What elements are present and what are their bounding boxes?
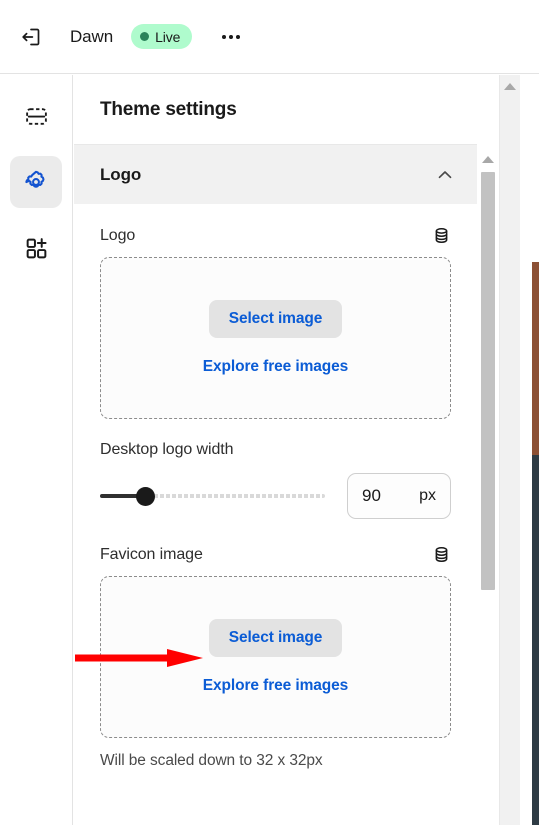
section-title: Logo	[100, 164, 142, 184]
window-scrollbar[interactable]	[499, 75, 520, 825]
preview-strip-dark	[532, 455, 539, 825]
logo-explore-free-images-link[interactable]: Explore free images	[203, 358, 349, 376]
slider-handle[interactable]	[136, 487, 155, 506]
field-logo-label-row: Logo	[100, 204, 451, 257]
preview-strip-brown	[532, 262, 539, 455]
sections-icon	[25, 107, 47, 125]
top-bar: Dawn Live	[0, 0, 539, 74]
theme-preview-sliver	[520, 75, 539, 825]
section-header-logo[interactable]: Logo	[74, 145, 477, 204]
page-title: Theme settings	[100, 98, 237, 120]
database-icon[interactable]	[432, 226, 451, 245]
desktop-logo-width-slider[interactable]	[100, 483, 325, 509]
sidebar-item-sections[interactable]	[10, 90, 62, 142]
desktop-logo-width-unit: px	[419, 487, 436, 504]
exit-editor-button[interactable]	[14, 20, 48, 54]
panel-scrollbar-thumb[interactable]	[481, 172, 495, 590]
sidebar-item-theme-settings[interactable]	[10, 156, 62, 208]
caret-up-icon[interactable]	[482, 156, 494, 163]
more-options-button[interactable]	[216, 22, 246, 52]
favicon-select-image-button[interactable]: Select image	[208, 619, 343, 657]
favicon-help-text: Will be scaled down to 32 x 32px	[100, 752, 323, 769]
favicon-image-dropzone[interactable]: Select image Explore free images	[100, 576, 451, 738]
desktop-logo-width-row: 90 px	[100, 471, 451, 519]
sidebar-item-apps[interactable]	[10, 222, 62, 274]
section-body-logo: Logo Select image Explore free images De…	[74, 204, 477, 770]
field-desktop-logo-width-label-row: Desktop logo width	[100, 419, 451, 471]
field-label-desktop-logo-width: Desktop logo width	[100, 441, 234, 458]
exit-icon	[22, 28, 40, 45]
slider-remaining-track	[154, 494, 325, 498]
status-dot-icon	[140, 32, 150, 41]
desktop-logo-width-input[interactable]: 90 px	[347, 473, 451, 519]
left-rail	[0, 75, 73, 825]
favicon-explore-free-images-link[interactable]: Explore free images	[203, 677, 349, 695]
desktop-logo-width-value: 90	[362, 486, 381, 505]
ellipsis-icon	[236, 34, 241, 39]
panel-header: Theme settings	[74, 75, 477, 145]
status-badge: Live	[131, 24, 193, 49]
apps-add-icon	[26, 237, 47, 258]
field-label-favicon: Favicon image	[100, 545, 203, 563]
logo-select-image-button[interactable]: Select image	[208, 300, 343, 338]
database-icon[interactable]	[432, 545, 451, 564]
caret-up-icon[interactable]	[504, 83, 516, 90]
chevron-up-icon[interactable]	[435, 165, 455, 185]
ellipsis-icon	[222, 34, 227, 39]
store-name: Dawn	[70, 26, 114, 46]
logo-image-dropzone[interactable]: Select image Explore free images	[100, 257, 451, 419]
preview-strip-top	[532, 75, 539, 262]
field-label-logo: Logo	[100, 226, 136, 244]
gear-icon	[25, 170, 45, 188]
status-badge-label: Live	[155, 28, 181, 45]
field-favicon-label-row: Favicon image	[100, 519, 451, 576]
ellipsis-icon	[229, 34, 234, 39]
settings-panel: Theme settings Logo Logo Select image Ex…	[74, 75, 477, 825]
panel-scrollbar[interactable]	[477, 150, 499, 825]
